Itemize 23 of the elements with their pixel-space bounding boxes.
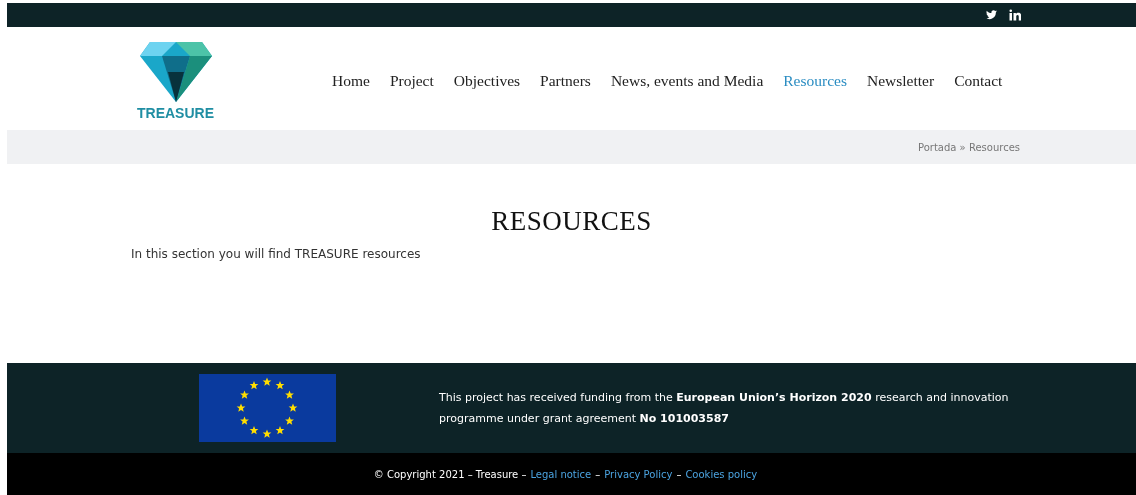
nav-link[interactable]: Partners [540,71,591,90]
nav-link[interactable]: Contact [954,71,1003,90]
nav-link[interactable]: Newsletter [867,71,935,90]
footer-link[interactable]: Privacy Policy [604,468,673,480]
footer-link[interactable]: Legal notice [530,468,592,480]
nav-link[interactable]: News, events and Media [610,71,764,90]
page-title: RESOURCES [490,206,653,237]
logo-text[interactable]: TREASURE [137,105,214,121]
intro-text: In this section you will find TREASURE resources [131,247,422,261]
nav-link[interactable]: Resources [783,71,847,90]
twitter-icon[interactable] [985,9,998,21]
nav-link[interactable]: Home [332,71,370,90]
copyright-text: – [676,468,682,480]
linkedin-icon[interactable] [1009,9,1021,21]
copyright-text: – [595,468,601,480]
nav-link[interactable]: Objectives [453,71,521,90]
nav-link[interactable]: Project [389,71,434,90]
diamond-logo-icon[interactable] [139,42,212,102]
footer-link[interactable]: Cookies policy [685,468,758,480]
copyright-text: © Copyright 2021 – Treasure – [373,468,527,480]
breadcrumb: Portada » Resources [918,141,1020,153]
eu-flag-icon [199,374,336,442]
funding-text: This project has received funding from the European Union’s Horizon 2020 research and innovation programme under grant agreement No 101003587 [439,390,1010,427]
